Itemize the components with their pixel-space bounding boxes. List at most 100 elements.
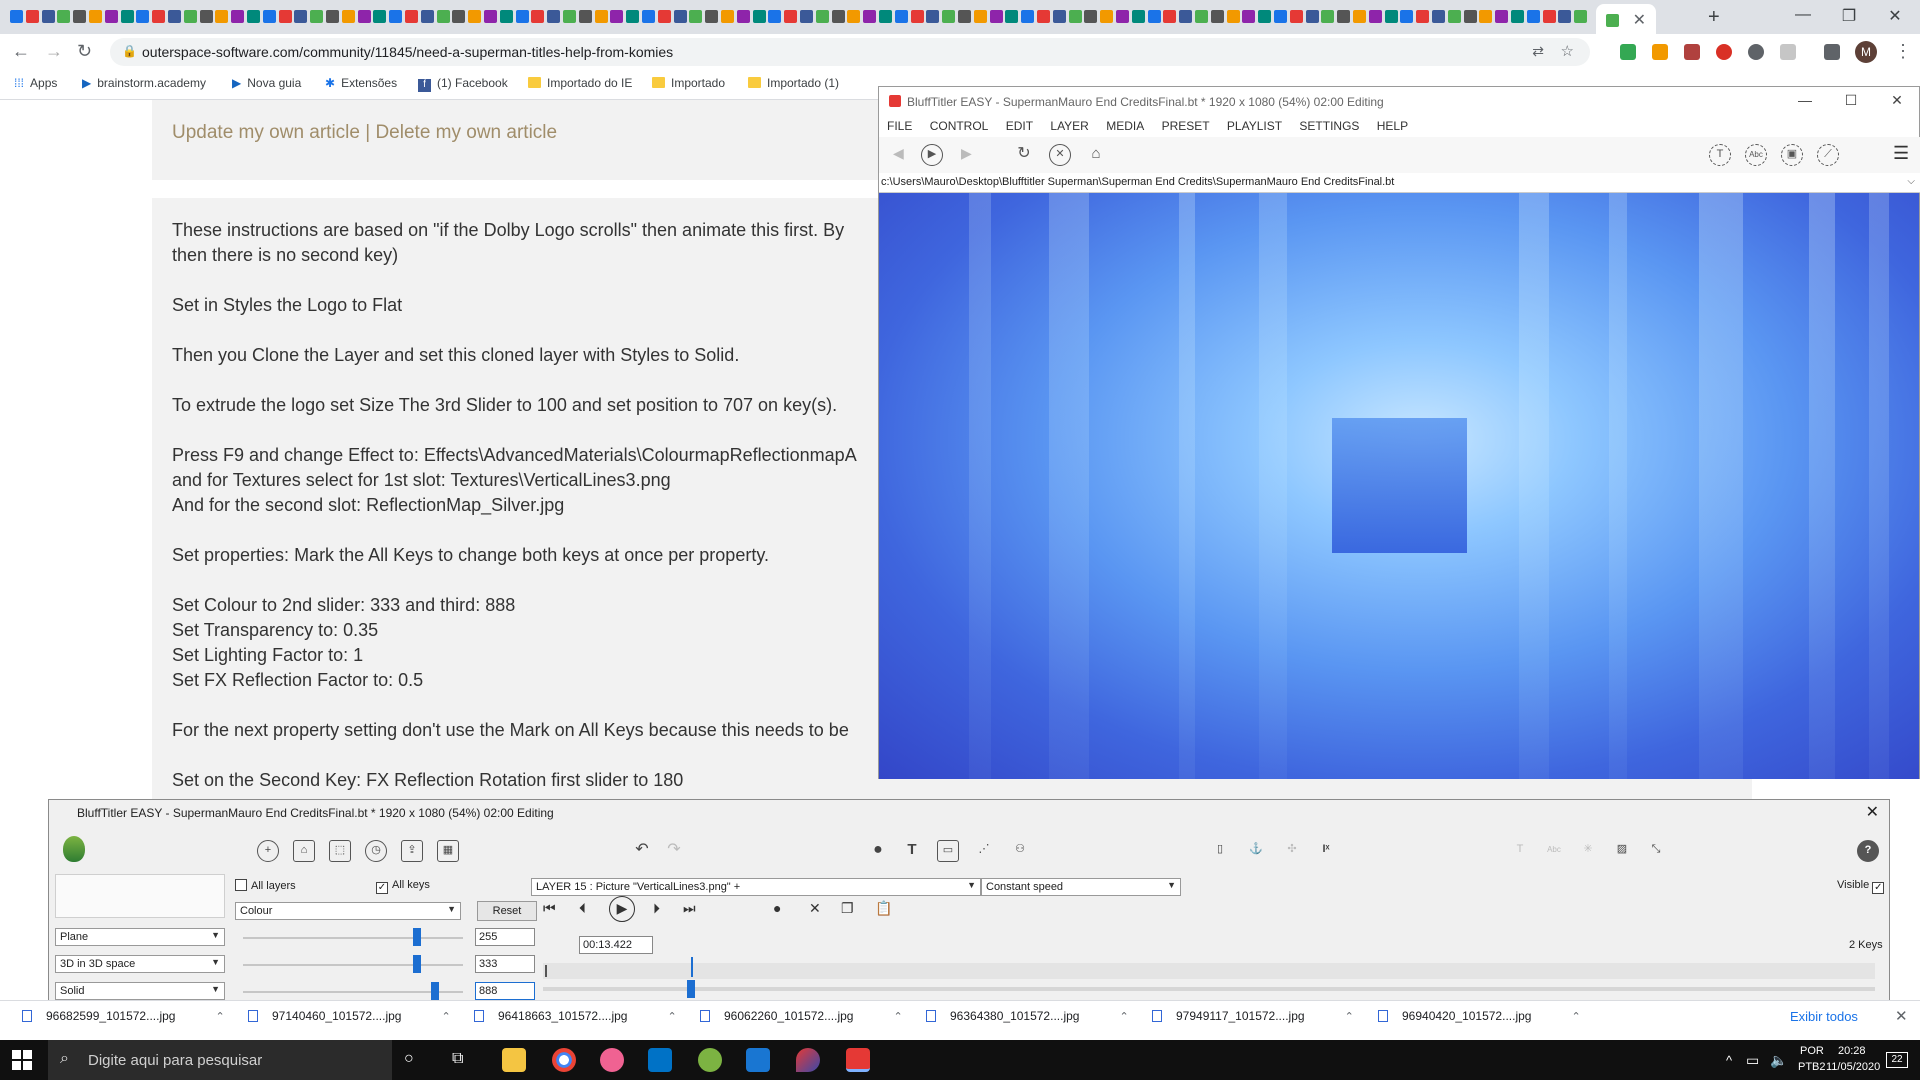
chevron-up-icon[interactable]: ⌃ — [893, 1011, 902, 1023]
close-shelf-icon[interactable]: ✕ — [1895, 1007, 1908, 1025]
back-icon[interactable]: ← — [12, 41, 30, 62]
tab-favicon-icon[interactable] — [152, 10, 166, 23]
tab-favicon-icon[interactable] — [1305, 10, 1319, 23]
clock-time[interactable]: 20:28 — [1838, 1045, 1866, 1057]
tab-favicon-icon[interactable] — [247, 10, 260, 23]
minimize-button[interactable]: — — [1780, 6, 1826, 24]
paste-key-icon[interactable]: 📋 — [875, 900, 892, 917]
bookmark-folder[interactable]: Importado — [652, 76, 725, 90]
chevron-down-icon[interactable]: ⌵ — [1907, 176, 1915, 187]
tab-favicon-icon[interactable] — [294, 10, 308, 23]
tab-favicon-icon[interactable] — [278, 10, 292, 23]
tab-favicon-icon[interactable] — [1574, 10, 1588, 23]
menu-dots-icon[interactable]: ⋮ — [1894, 41, 1912, 62]
restore-button[interactable]: ❐ — [1826, 6, 1872, 26]
tab-favicon-icon[interactable] — [1068, 10, 1082, 23]
download-item[interactable]: 96364380_101572....jpg ⌃ — [926, 1009, 1129, 1023]
tab-favicon-icon[interactable] — [1147, 10, 1161, 23]
menu-settings[interactable]: SETTINGS — [1299, 119, 1359, 133]
preview-canvas[interactable] — [879, 193, 1919, 779]
bookmark-apps[interactable]: ⁞⁞⁞ Apps — [14, 76, 57, 90]
close-panel-icon[interactable]: ✕ — [1866, 802, 1879, 822]
forward-icon[interactable]: → — [45, 41, 63, 62]
speed-select[interactable]: Constant speed ▼ — [981, 878, 1181, 896]
menu-playlist[interactable]: PLAYLIST — [1227, 119, 1282, 133]
tab-favicon-icon[interactable] — [1511, 10, 1524, 23]
chrome-icon[interactable] — [552, 1048, 576, 1072]
slider-track[interactable] — [243, 991, 463, 993]
tray-arrow-icon[interactable]: ^ — [1726, 1053, 1732, 1068]
bookmark-folder[interactable]: Importado (1) — [748, 76, 839, 90]
undo-icon[interactable]: ↶ — [631, 840, 653, 862]
menu-layer[interactable]: LAYER — [1050, 119, 1088, 133]
tab-favicon-icon[interactable] — [578, 10, 592, 23]
tab-favicon-icon[interactable] — [531, 10, 545, 23]
chevron-up-icon[interactable]: ⌃ — [441, 1011, 450, 1023]
text-align-icon[interactable]: T — [1509, 840, 1531, 862]
value-field[interactable]: 333 — [475, 955, 535, 973]
text-layer-icon[interactable]: T — [901, 840, 923, 862]
tab-favicon-icon[interactable] — [326, 10, 339, 23]
time-field[interactable]: 00:13.422 — [579, 936, 653, 954]
tab-favicon-icon[interactable] — [10, 10, 23, 23]
tab-favicon-icon[interactable] — [341, 10, 355, 23]
tab-favicon-icon[interactable] — [910, 10, 924, 23]
redo-icon[interactable]: ↷ — [663, 840, 685, 862]
reset-button[interactable]: Reset — [477, 901, 537, 921]
time-cursor[interactable] — [687, 980, 695, 998]
next-key-icon[interactable]: ⏵ — [653, 900, 660, 917]
tab-favicon-icon[interactable] — [800, 10, 813, 23]
itunes-icon[interactable] — [600, 1048, 624, 1072]
tab-favicon-icon[interactable] — [1274, 10, 1287, 23]
windows-start-icon[interactable] — [12, 1050, 32, 1070]
slider-thumb[interactable] — [412, 955, 421, 973]
tab-favicon-icon[interactable] — [1100, 10, 1114, 23]
tab-favicon-icon[interactable] — [215, 10, 229, 23]
close-window-button[interactable]: ✕ — [1877, 92, 1917, 109]
menu-media[interactable]: MEDIA — [1106, 119, 1144, 133]
tab-favicon-icon[interactable] — [863, 10, 877, 23]
play-icon[interactable]: ▶ — [921, 144, 943, 166]
prev-icon[interactable]: ◀ — [893, 145, 904, 162]
film-icon[interactable]: ▦ — [437, 840, 459, 862]
close-window-button[interactable]: ✕ — [1872, 6, 1918, 26]
tab-favicon-icon[interactable] — [57, 10, 71, 23]
menu-control[interactable]: CONTROL — [930, 119, 989, 133]
tab-favicon-icon[interactable] — [1542, 10, 1556, 23]
crop-icon[interactable]: ⬚ — [329, 840, 351, 862]
last-key-icon[interactable]: ⏭ — [683, 900, 696, 917]
record-key-icon[interactable]: ● — [773, 900, 781, 916]
bookmark-extensoes[interactable]: ✱ Extensões — [325, 76, 397, 90]
download-item[interactable]: 97949117_101572....jpg ⌃ — [1152, 1009, 1354, 1023]
delete-key-icon[interactable]: ✕ — [809, 900, 821, 917]
language-indicator[interactable]: POR — [1800, 1045, 1824, 1057]
tab-favicon-icon[interactable] — [1337, 10, 1351, 23]
tab-favicon-icon[interactable] — [1226, 10, 1240, 23]
first-key-icon[interactable]: ⏮ — [543, 900, 556, 917]
tab-favicon-icon[interactable] — [1131, 10, 1145, 23]
home-icon[interactable]: ⌂ — [1085, 144, 1107, 166]
tab-favicon-icon[interactable] — [736, 10, 750, 23]
chevron-up-icon[interactable]: ⌃ — [1345, 1011, 1354, 1023]
tab-favicon-icon[interactable] — [721, 10, 734, 23]
reset-x-icon[interactable]: Iˣ — [1315, 840, 1337, 862]
tab-favicon-icon[interactable] — [1526, 10, 1540, 23]
tab-favicon-icon[interactable] — [262, 10, 276, 23]
style-select[interactable]: Plane ▼ — [55, 928, 225, 946]
abc-icon[interactable]: Abc — [1543, 840, 1565, 862]
visible-checkbox[interactable]: Visible ✓ — [1837, 879, 1888, 894]
tab-favicon-icon[interactable] — [1321, 10, 1335, 23]
file-explorer-icon[interactable] — [502, 1048, 526, 1072]
tab-favicon-icon[interactable] — [894, 10, 908, 23]
tab-favicon-icon[interactable] — [1463, 10, 1477, 23]
tab-favicon-icon[interactable] — [847, 10, 861, 23]
tab-favicon-icon[interactable] — [626, 10, 640, 23]
refresh-icon[interactable]: ↻ — [1013, 144, 1035, 166]
tab-favicon-icon[interactable] — [642, 10, 655, 23]
translate-icon[interactable]: ⇄ — [1532, 43, 1544, 60]
show-all-downloads-link[interactable]: Exibir todos — [1790, 1009, 1858, 1024]
tab-favicon-icon[interactable] — [120, 10, 134, 23]
space-select[interactable]: 3D in 3D space ▼ — [55, 955, 225, 973]
tab-favicon-icon[interactable] — [89, 10, 102, 23]
transform-icon[interactable]: ⤡ — [1645, 840, 1667, 862]
